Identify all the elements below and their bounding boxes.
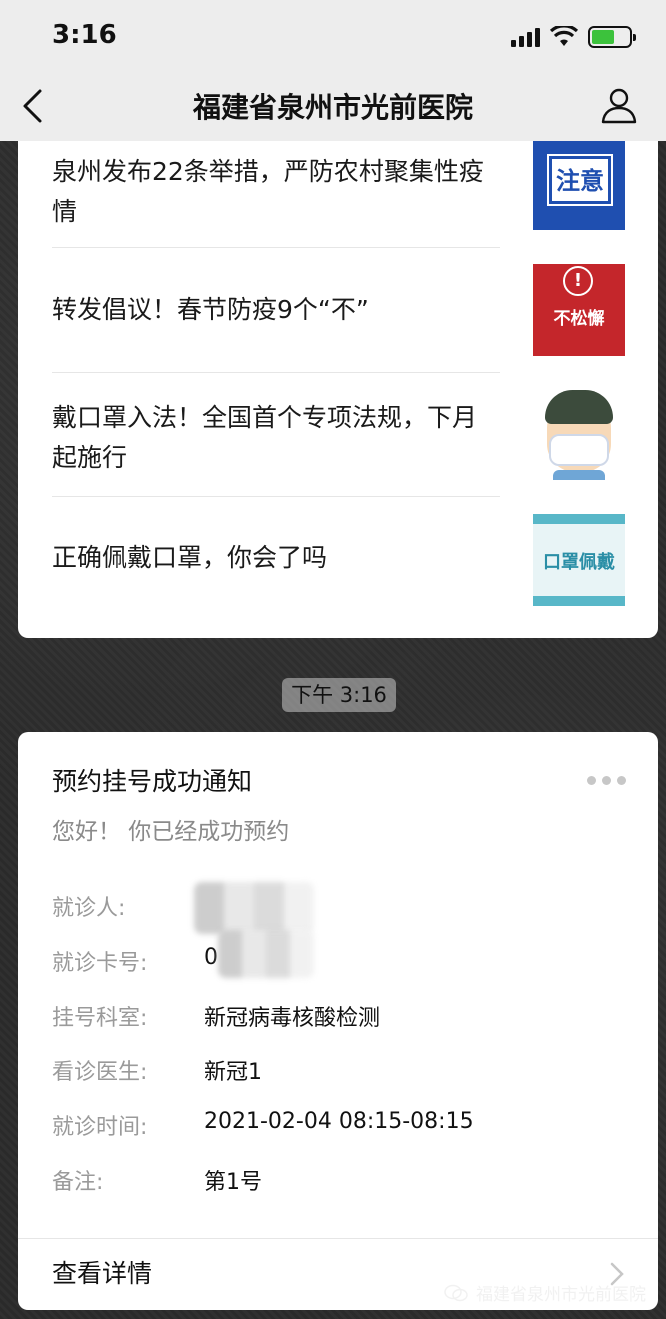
thumbnail-caption: 注意 — [547, 154, 613, 206]
visit-time-label: 就诊时间: — [52, 1115, 148, 1140]
remark-value: 第1号 — [204, 1170, 262, 1195]
notice-title: 预约挂号成功通知 — [52, 767, 253, 796]
news-card: 泉州发布22条举措，严防农村聚集性疫情 注意 转发倡议！春节防疫9个“不” ! … — [18, 100, 658, 638]
news-item[interactable]: 正确佩戴口罩，你会了吗 — [52, 518, 500, 598]
view-details-link[interactable]: 查看详情 — [52, 1254, 152, 1290]
divider — [52, 372, 500, 373]
redacted-blur — [194, 882, 314, 934]
status-time: 3:16 — [52, 20, 117, 50]
divider — [18, 1238, 658, 1239]
news-item[interactable]: 泉州发布22条举措，严防农村聚集性疫情 — [52, 144, 500, 240]
appointment-notice-card[interactable]: 预约挂号成功通知 您好！ 你已经成功预约 就诊人: 就诊卡号: 0 挂号科室: … — [18, 732, 658, 1310]
news-title: 正确佩戴口罩，你会了吗 — [52, 543, 328, 572]
message-timestamp: 下午 3:16 — [282, 678, 396, 712]
watermark-text: 福建省泉州市光前医院 — [476, 1285, 646, 1305]
wechat-icon — [444, 1284, 468, 1301]
page-title: 福建省泉州市光前医院 — [192, 91, 473, 124]
divider — [52, 496, 500, 497]
news-thumbnail[interactable]: 注意 — [533, 138, 625, 230]
remark-label: 备注: — [52, 1170, 104, 1195]
divider — [52, 247, 500, 248]
news-thumbnail[interactable]: ! 不松懈 — [533, 264, 625, 356]
news-title: 转发倡议！春节防疫9个“不” — [52, 295, 369, 324]
user-profile-icon[interactable] — [600, 86, 638, 124]
news-thumbnail[interactable]: 口罩佩戴 — [533, 514, 625, 606]
news-item[interactable]: 转发倡议！春节防疫9个“不” — [52, 270, 500, 350]
battery-icon — [588, 26, 636, 48]
thumbnail-caption: 口罩佩戴 — [543, 552, 615, 573]
signal-icon — [511, 27, 540, 47]
department-label: 挂号科室: — [52, 1006, 148, 1031]
status-icons — [511, 24, 636, 50]
news-title: 戴口罩入法！全国首个专项法规，下月起施行 — [52, 403, 478, 472]
thumbnail-caption: 不松懈 — [553, 309, 605, 329]
wifi-icon — [550, 26, 578, 46]
notice-subtitle: 您好！ 你已经成功预约 — [52, 819, 290, 845]
card-number-value: 0 — [204, 945, 218, 970]
doctor-label: 看诊医生: — [52, 1060, 148, 1085]
news-title: 泉州发布22条举措，严防农村聚集性疫情 — [52, 157, 484, 226]
news-item[interactable]: 戴口罩入法！全国首个专项法规，下月起施行 — [52, 390, 500, 486]
department-value: 新冠病毒核酸检测 — [204, 1006, 381, 1031]
patient-label: 就诊人: — [52, 896, 126, 921]
visit-time-value: 2021-02-04 08:15-08:15 — [204, 1109, 474, 1134]
news-thumbnail[interactable] — [533, 388, 625, 480]
more-dots-icon[interactable] — [587, 776, 626, 785]
alert-icon: ! — [563, 266, 593, 296]
card-number-label: 就诊卡号: — [52, 951, 148, 976]
doctor-value: 新冠1 — [204, 1060, 262, 1085]
redacted-blur — [218, 930, 314, 978]
top-bar: 3:16 福建省泉州市光前医院 — [0, 0, 666, 141]
watermark: 福建省泉州市光前医院 — [444, 1280, 646, 1305]
